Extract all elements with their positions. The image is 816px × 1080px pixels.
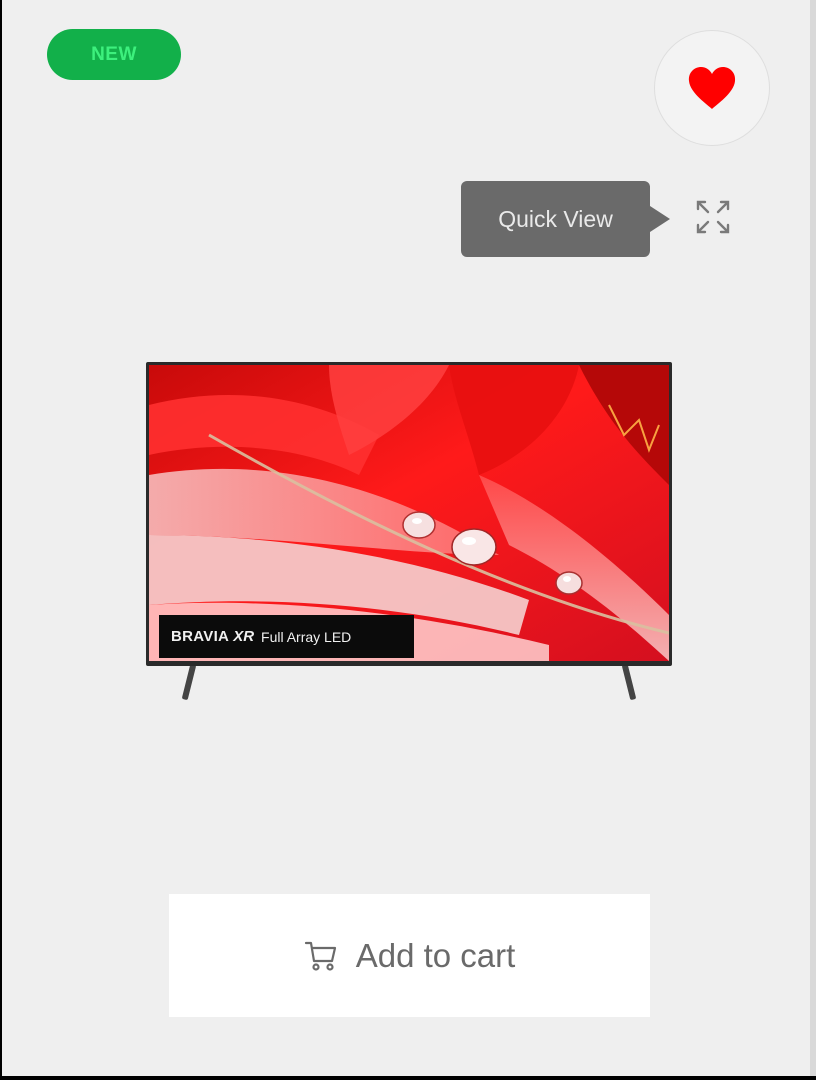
- heart-icon: [688, 67, 736, 109]
- tv-stand-right: [621, 663, 637, 701]
- wishlist-button[interactable]: [654, 30, 770, 146]
- new-badge: NEW: [47, 29, 181, 80]
- bottom-border: [0, 1076, 816, 1080]
- add-to-cart-button[interactable]: Add to cart: [169, 894, 650, 1017]
- card-edge: [810, 0, 816, 1080]
- expand-icon: [696, 200, 730, 234]
- tv-type-text: Full Array LED: [261, 628, 352, 645]
- add-to-cart-label: Add to cart: [355, 936, 516, 974]
- tv-frame: BRAVIA XR Full Array LED: [146, 362, 672, 666]
- tv-screen-label: BRAVIA XR Full Array LED: [159, 615, 414, 658]
- tv-model-text: XR: [233, 628, 255, 645]
- product-image[interactable]: BRAVIA XR Full Array LED: [142, 358, 678, 703]
- tv-screen: BRAVIA XR Full Array LED: [149, 365, 669, 661]
- tooltip-arrow: [650, 206, 670, 232]
- tv-brand-text: BRAVIA: [171, 628, 230, 645]
- quick-view-button[interactable]: [690, 194, 736, 240]
- cart-icon: [304, 941, 336, 971]
- quick-view-tooltip: Quick View: [461, 181, 650, 257]
- product-card: NEW Quick View BRAVIA XR Full Array LED …: [2, 0, 810, 1076]
- tv-stand-left: [181, 663, 197, 701]
